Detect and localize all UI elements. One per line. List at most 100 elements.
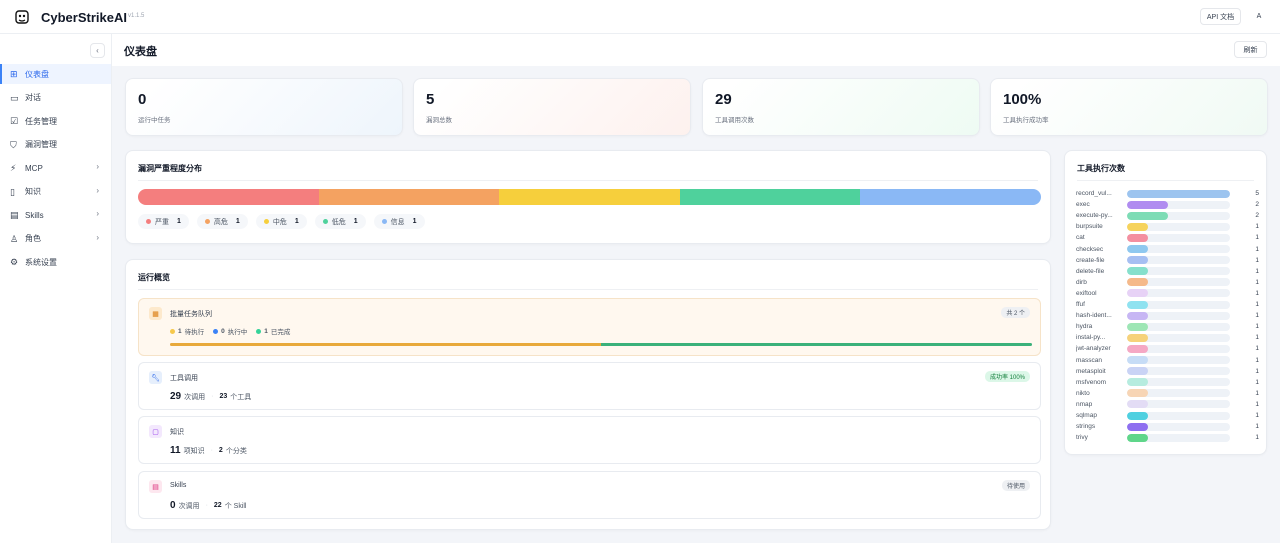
tool-bar (1127, 433, 1148, 442)
tool-count: 2 (1255, 201, 1259, 209)
tool-count: 1 (1255, 356, 1259, 364)
chat-icon: ▭ (10, 92, 19, 103)
tool-bar (1127, 200, 1169, 209)
sidebar-item-label: 知识 (25, 187, 41, 196)
mcp-icon: ⚡ (10, 163, 17, 173)
tool-bar (1127, 333, 1148, 342)
tool-bar-track (1127, 233, 1230, 242)
skills-item[interactable]: ▤ Skills 待使用 0 次调用 · 22 个 Skill (138, 471, 1041, 519)
severity-legend-item[interactable]: 严重 1 (138, 214, 189, 229)
grid-icon: ▦ (149, 307, 162, 320)
knowledge-title: 知识 (170, 429, 184, 436)
tool-bar (1127, 322, 1148, 331)
tool-bar-track (1127, 200, 1230, 209)
tool-exec-row: ffuf 1 (1076, 299, 1259, 310)
tool-name: trivy (1076, 434, 1088, 442)
divider (138, 289, 1038, 290)
chevron-right-icon: › (96, 185, 99, 195)
severity-legend-item[interactable]: 中危 1 (255, 214, 307, 229)
tool-name: exec (1076, 201, 1090, 209)
severity-bar (138, 189, 1041, 205)
tool-calls-item[interactable]: 🔧︎ 工具调用 成功率 100% 29 次调用 · 23 个工具 (138, 362, 1041, 410)
tool-bar-track (1127, 256, 1230, 265)
knowledge-item[interactable]: ▢ 知识 11 项知识 · 2 个分类 (138, 416, 1041, 464)
tool-exec-row: exec 2 (1076, 199, 1259, 210)
tool-count: 1 (1255, 412, 1259, 419)
legend-label: 信息 (390, 218, 405, 226)
skills-calls-count: 0 (170, 500, 176, 511)
tool-exec-row: execute-py... 2 (1076, 210, 1259, 221)
tool-name: jwt-analyzer (1076, 345, 1111, 353)
tool-bar (1127, 289, 1148, 298)
pending-dot (170, 328, 175, 334)
tool-count: 1 (1255, 278, 1259, 286)
users-icon: ♙ (10, 233, 19, 244)
tool-bar-track (1127, 278, 1230, 287)
tool-exec-row: burpsuite 1 (1076, 221, 1259, 232)
tool-exec-row: delete-file 1 (1076, 266, 1259, 277)
severity-segment (679, 189, 861, 205)
sidebar-item-8[interactable]: ⚙ 系统设置 (0, 252, 111, 272)
sidebar-item-0[interactable]: ⊞ 仪表盘 (0, 64, 111, 84)
batch-status-row: 1 待执行 0 执行中 1 已完成 (170, 326, 290, 336)
running-label: 执行中 (227, 329, 248, 336)
skills-calls-label: 次调用 (178, 502, 200, 510)
sidebar-item-1[interactable]: ▭ 对话 (0, 88, 111, 108)
severity-segment (499, 189, 680, 205)
skills-label: 个 Skill (224, 502, 247, 510)
sidebar-item-4[interactable]: ⚡ MCP › (0, 158, 111, 178)
severity-legend-item[interactable]: 高危 1 (196, 214, 248, 229)
tool-exec-row: nmap 1 (1076, 399, 1259, 410)
tool-name: ffuf (1076, 301, 1085, 308)
tool-bar-track (1127, 356, 1230, 364)
tool-exec-row: dirb 1 (1076, 277, 1259, 288)
tool-name: instal-py... (1076, 334, 1106, 342)
separator: · (211, 393, 214, 400)
sidebar-item-7[interactable]: ♙ 角色 › (0, 229, 111, 249)
refresh-button[interactable]: 刷新 (1234, 41, 1267, 58)
skills-count: 22 (213, 502, 222, 509)
legend-dot (204, 219, 210, 224)
tool-exec-row: record_vul... 5 (1076, 188, 1259, 199)
tool-bar-track (1127, 333, 1230, 342)
sidebar-item-6[interactable]: ▤ Skills › (0, 205, 111, 225)
pending-count: 1 (178, 327, 182, 335)
legend-dot (146, 219, 151, 224)
tool-exec-row: msfvenom 1 (1076, 377, 1259, 388)
tool-exec-row: masscan 1 (1076, 355, 1259, 366)
tool-name: exiftool (1076, 289, 1097, 297)
app-version: v1.1.5 (128, 13, 145, 19)
tool-bar (1127, 278, 1148, 287)
knowledge-label: 项知识 (183, 447, 205, 455)
legend-label: 低危 (331, 218, 346, 226)
tool-name: execute-py... (1076, 212, 1113, 220)
tool-bar-track (1127, 411, 1230, 420)
running-count: 0 (221, 327, 225, 335)
sidebar-item-5[interactable]: ▯ 知识 › (0, 182, 111, 202)
separator: · (205, 502, 208, 509)
tool-bar (1127, 245, 1148, 253)
sidebar-item-label: 对话 (25, 93, 41, 102)
tool-bar-track (1127, 289, 1230, 298)
tool-bar-track (1127, 245, 1230, 253)
collapse-sidebar-button[interactable]: ‹ (90, 43, 105, 58)
severity-legend-item[interactable]: 信息 1 (373, 214, 425, 229)
severity-legend-item[interactable]: 低危 1 (314, 214, 366, 229)
tool-exec-row: hash-ident... 1 (1076, 310, 1259, 321)
tool-bar-track (1127, 311, 1230, 320)
batch-queue-item[interactable]: ▦ 批量任务队列 共 2 个 1 待执行 0 执行中 1 已完成 (138, 298, 1041, 356)
stat-label: 工具调用次数 (715, 117, 754, 124)
tool-bar-track (1127, 267, 1230, 276)
language-button[interactable]: A (1247, 8, 1271, 25)
chevron-right-icon: › (96, 162, 99, 171)
api-docs-button[interactable]: API 文档 (1200, 8, 1241, 25)
sidebar-item-3[interactable]: ⛉ 漏洞管理 (0, 135, 111, 155)
knowledge-count: 11 (170, 445, 181, 456)
skills-title: Skills (170, 482, 187, 489)
pending-label: 待执行 (184, 329, 205, 336)
file-icon: ▤ (10, 210, 19, 220)
tool-count: 1 (1255, 434, 1259, 442)
sidebar-item-2[interactable]: ☑ 任务管理 (0, 111, 111, 131)
overview-card: 运行概览 ▦ 批量任务队列 共 2 个 1 待执行 0 执行中 1 已完成 🔧︎ 工具… (125, 259, 1051, 530)
tool-name: create-file (1076, 256, 1105, 264)
